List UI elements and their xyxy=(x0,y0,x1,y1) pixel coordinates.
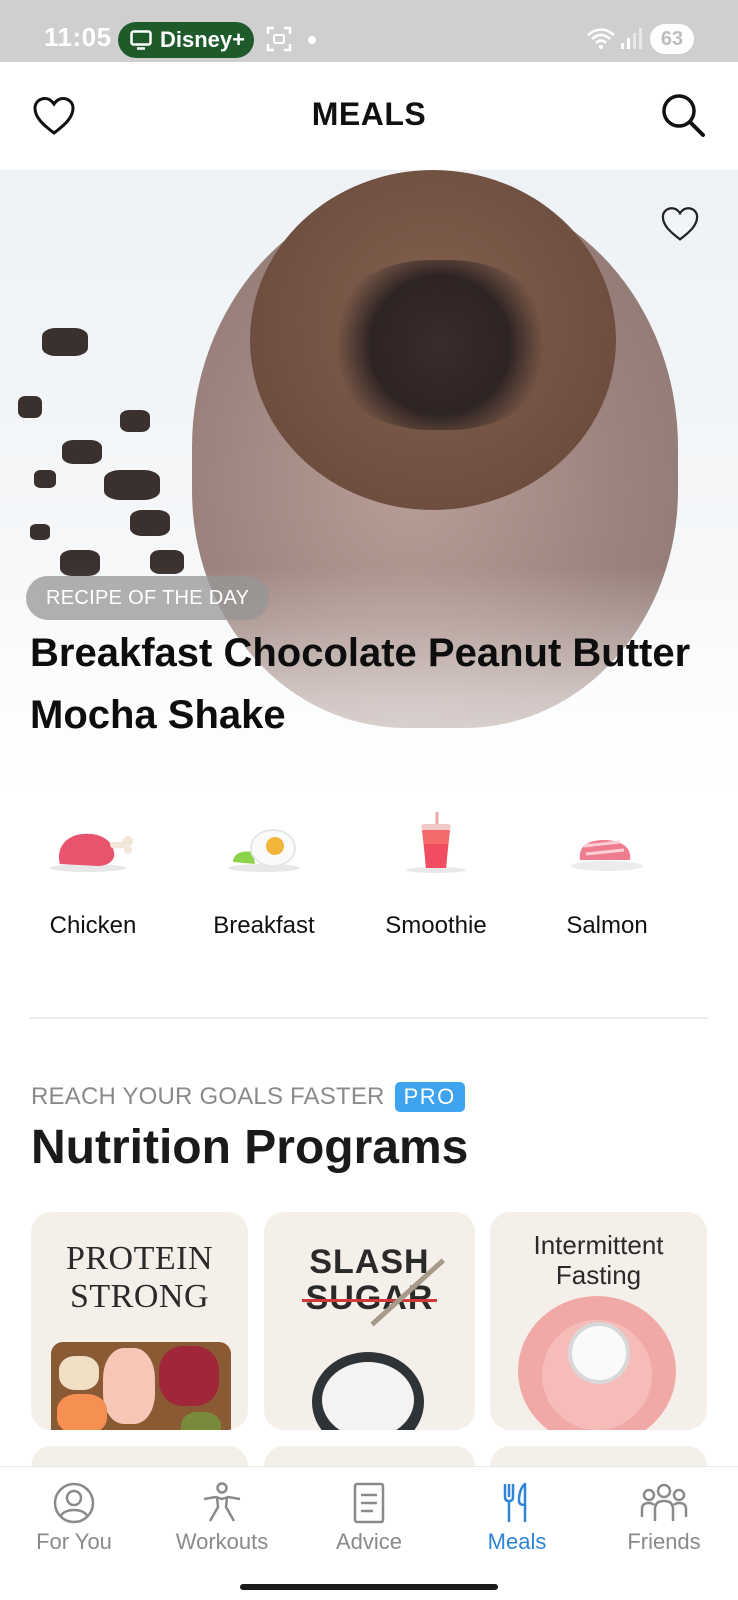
category-breakfast[interactable]: Breakfast xyxy=(184,810,344,940)
bottom-nav: For You Workouts Advice Meals Friends xyxy=(0,1466,738,1574)
program-card-protein-strong[interactable]: PROTEIN STRONG xyxy=(31,1212,248,1430)
category-label: Smoothie xyxy=(385,912,487,939)
nav-label: Workouts xyxy=(175,1529,269,1554)
recipe-title[interactable]: Breakfast Chocolate Peanut Butter Mocha … xyxy=(30,622,720,746)
gesture-area xyxy=(0,1574,738,1600)
program-title: PROTEIN STRONG xyxy=(65,1240,214,1315)
cocoa-nib xyxy=(130,510,170,536)
app-header: MEALS xyxy=(0,62,738,170)
programs-kicker: REACH YOUR GOALS FASTER PRO xyxy=(31,1082,465,1112)
egg-icon xyxy=(228,829,300,872)
pro-badge: PRO xyxy=(394,1082,465,1112)
category-label: Breakfast xyxy=(213,912,315,939)
friends-icon xyxy=(640,1483,688,1521)
utensils-icon xyxy=(503,1482,527,1522)
cocoa-nib xyxy=(104,470,160,500)
cocoa-nib xyxy=(42,328,88,356)
nav-friends[interactable]: Friends xyxy=(590,1481,738,1555)
programs-kicker-label: REACH YOUR GOALS FASTER xyxy=(31,1083,385,1110)
nutrition-programs-title: Nutrition Programs xyxy=(31,1121,469,1174)
program-title: SLASH SUGAR xyxy=(301,1243,438,1317)
wifi-icon xyxy=(587,28,615,49)
cocoa-nib xyxy=(18,396,42,418)
nav-workouts[interactable]: Workouts xyxy=(148,1481,296,1555)
screenshot-icon xyxy=(266,26,292,52)
cocoa-nib xyxy=(120,410,150,432)
status-time: 11:05 xyxy=(44,22,112,52)
page-title: MEALS xyxy=(311,96,427,132)
alarm-clock-icon xyxy=(568,1322,630,1384)
battery-indicator: 63 xyxy=(650,24,694,54)
program-card-intermittent-fasting[interactable]: Intermittent Fasting xyxy=(490,1212,707,1430)
monitor-icon xyxy=(130,30,152,50)
signal-icon xyxy=(621,28,642,49)
search-icon[interactable] xyxy=(660,92,706,138)
person-icon xyxy=(53,1482,95,1524)
salmon-icon xyxy=(571,840,643,871)
section-divider xyxy=(30,1017,708,1019)
home-gesture-bar[interactable] xyxy=(240,1584,498,1590)
nav-label: Friends xyxy=(627,1529,701,1554)
nav-for-you[interactable]: For You xyxy=(0,1481,148,1555)
nav-label: Meals xyxy=(487,1529,547,1554)
nav-advice[interactable]: Advice xyxy=(295,1481,443,1555)
nav-meals[interactable]: Meals xyxy=(443,1481,591,1555)
cocoa-nibs-topping xyxy=(330,260,550,430)
chicken-icon xyxy=(50,833,133,872)
program-title: Intermittent Fasting xyxy=(533,1230,664,1290)
category-label: Salmon xyxy=(566,912,648,939)
category-label: Chicken xyxy=(49,912,137,939)
status-bar: 11:05 Disney+ 63 xyxy=(0,0,738,62)
category-chicken[interactable]: Chicken xyxy=(13,810,173,940)
workout-icon xyxy=(203,1482,241,1522)
category-salmon[interactable]: Salmon xyxy=(527,810,687,940)
program-card-slash-sugar[interactable]: SLASH SUGAR xyxy=(264,1212,475,1430)
document-icon xyxy=(353,1482,385,1524)
nav-label: For You xyxy=(36,1529,112,1554)
recipe-of-the-day-badge: RECIPE OF THE DAY xyxy=(26,576,270,620)
cocoa-nib xyxy=(34,470,56,488)
meal-categories: Chicken Breakfast Smoothie Salmon xyxy=(0,810,738,970)
recipe-of-the-day-card[interactable]: RECIPE OF THE DAY Breakfast Chocolate Pe… xyxy=(0,170,738,786)
sugar-image xyxy=(322,1362,414,1430)
nav-label: Advice xyxy=(335,1529,403,1554)
disney-plus-label: Disney+ xyxy=(160,27,245,52)
cocoa-nib xyxy=(62,440,102,464)
save-recipe-heart-icon[interactable] xyxy=(660,206,700,242)
smoothie-icon xyxy=(406,812,466,873)
cocoa-nib xyxy=(30,524,50,540)
protein-food-image xyxy=(51,1342,231,1430)
category-smoothie[interactable]: Smoothie xyxy=(356,810,516,940)
notification-dot xyxy=(308,36,316,44)
disney-plus-pill[interactable]: Disney+ xyxy=(118,22,254,58)
